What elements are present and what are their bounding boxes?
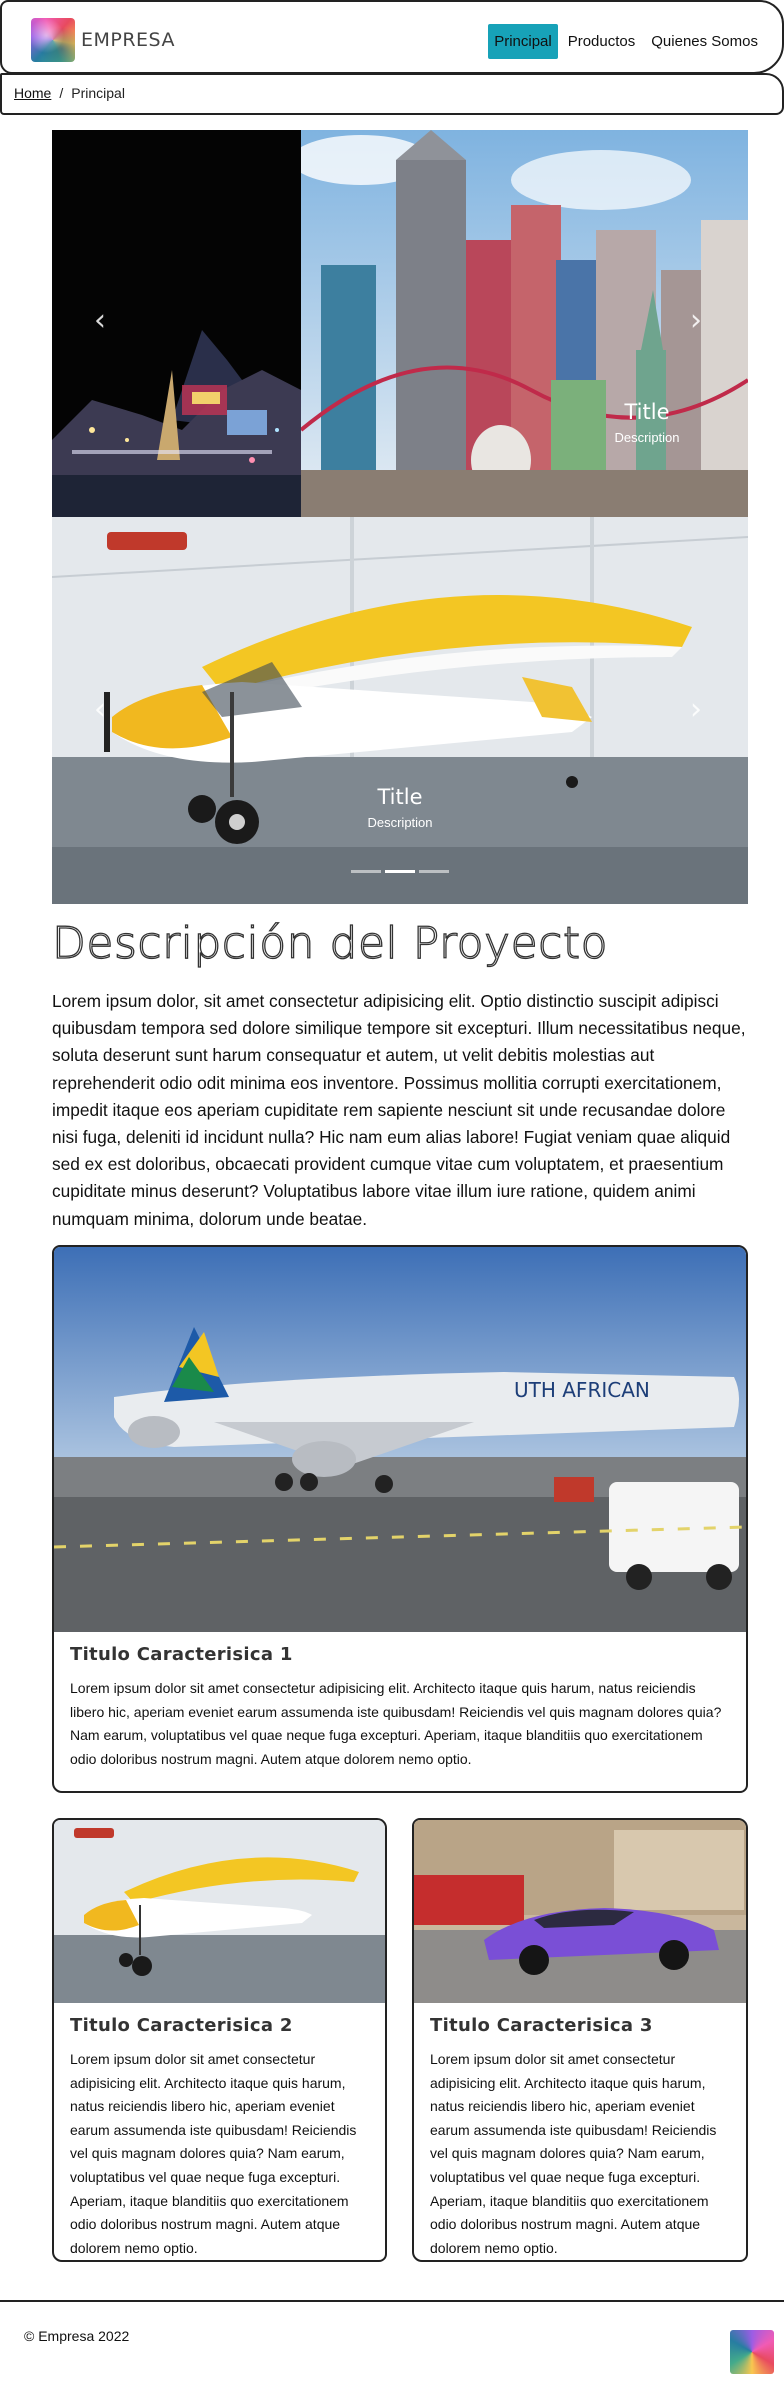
new-york-hotel-photo xyxy=(301,130,748,517)
slide-1-caption: Title Description xyxy=(597,400,697,445)
carousel-indicator-active[interactable] xyxy=(385,870,415,873)
slide-1-title: Title xyxy=(624,400,670,424)
slide-2-caption: Title Description xyxy=(350,785,450,830)
carousel-indicator[interactable] xyxy=(351,870,381,873)
card-1-title: Titulo Caracterisica 1 xyxy=(70,1644,293,1665)
carousel-prev-icon-2[interactable]: ‹ xyxy=(94,695,114,725)
sports-car-photo xyxy=(414,1820,746,2003)
breadcrumb: Home / Principal xyxy=(0,73,784,115)
airliner-photo: UTH AFRICAN xyxy=(54,1247,746,1632)
brand-logo-icon[interactable] xyxy=(31,18,75,62)
nav-links: Principal Productos Quienes Somos xyxy=(484,24,764,59)
light-aircraft-photo xyxy=(54,1820,385,2003)
card-2-title: Titulo Caracterisica 2 xyxy=(70,2015,293,2036)
card-3-text: Lorem ipsum dolor sit amet consectetur a… xyxy=(430,2051,717,2256)
project-description-title: Descripción del Proyecto xyxy=(51,917,609,969)
svg-text:UTH AFRICAN: UTH AFRICAN xyxy=(514,1378,650,1402)
card-1-body: Titulo Caracterisica 1 Lorem ipsum dolor… xyxy=(54,1632,746,1783)
breadcrumb-separator: / xyxy=(59,85,64,101)
carousel-next-icon[interactable]: › xyxy=(690,306,710,336)
carousel-slide-aircraft: ‹ › Title Description xyxy=(52,517,748,904)
card-3-title: Titulo Caracterisica 3 xyxy=(430,2015,653,2036)
nav-link-productos[interactable]: Productos xyxy=(562,24,642,59)
brand[interactable]: EMPRESA xyxy=(31,18,175,62)
card-2-text: Lorem ipsum dolor sit amet consectetur a… xyxy=(70,2051,357,2256)
breadcrumb-current: Principal xyxy=(71,85,125,101)
nav-link-principal[interactable]: Principal xyxy=(488,24,558,59)
carousel-slide-las-vegas: ‹ › Title Description xyxy=(52,130,748,517)
night-city-photo xyxy=(52,130,301,517)
footer-copyright: © Empresa 2022 xyxy=(24,2328,130,2344)
card-1-text: Lorem ipsum dolor sit amet consectetur a… xyxy=(70,1680,722,1767)
navbar: EMPRESA Principal Productos Quienes Somo… xyxy=(0,0,784,74)
card-2-body: Titulo Caracterisica 2 Lorem ipsum dolor… xyxy=(54,2003,385,2260)
slide-2-description: Description xyxy=(367,815,433,830)
breadcrumb-home-link[interactable]: Home xyxy=(14,85,51,101)
nav-link-quienes-somos[interactable]: Quienes Somos xyxy=(645,24,764,59)
footer-logo-icon[interactable] xyxy=(730,2330,774,2374)
card-3-body: Titulo Caracterisica 3 Lorem ipsum dolor… xyxy=(414,2003,746,2260)
slide-2-title: Title xyxy=(377,785,423,809)
footer: © Empresa 2022 xyxy=(0,2300,784,2397)
feature-card-1: UTH AFRICAN Titulo Caracterisica 1 Lorem… xyxy=(52,1245,748,1793)
brand-name[interactable]: EMPRESA xyxy=(81,29,175,51)
carousel-indicators xyxy=(52,870,748,873)
carousel-prev-icon[interactable]: ‹ xyxy=(94,306,114,336)
carousel-indicator[interactable] xyxy=(419,870,449,873)
image-carousel[interactable]: ‹ › Title Description ‹ › Title Descript… xyxy=(52,130,748,904)
carousel-next-icon-2[interactable]: › xyxy=(690,695,710,725)
feature-card-2: Titulo Caracterisica 2 Lorem ipsum dolor… xyxy=(52,1818,387,2262)
feature-card-3: Titulo Caracterisica 3 Lorem ipsum dolor… xyxy=(412,1818,748,2262)
project-description-text: Lorem ipsum dolor, sit amet consectetur … xyxy=(52,991,746,1229)
slide-1-description: Description xyxy=(614,430,680,445)
